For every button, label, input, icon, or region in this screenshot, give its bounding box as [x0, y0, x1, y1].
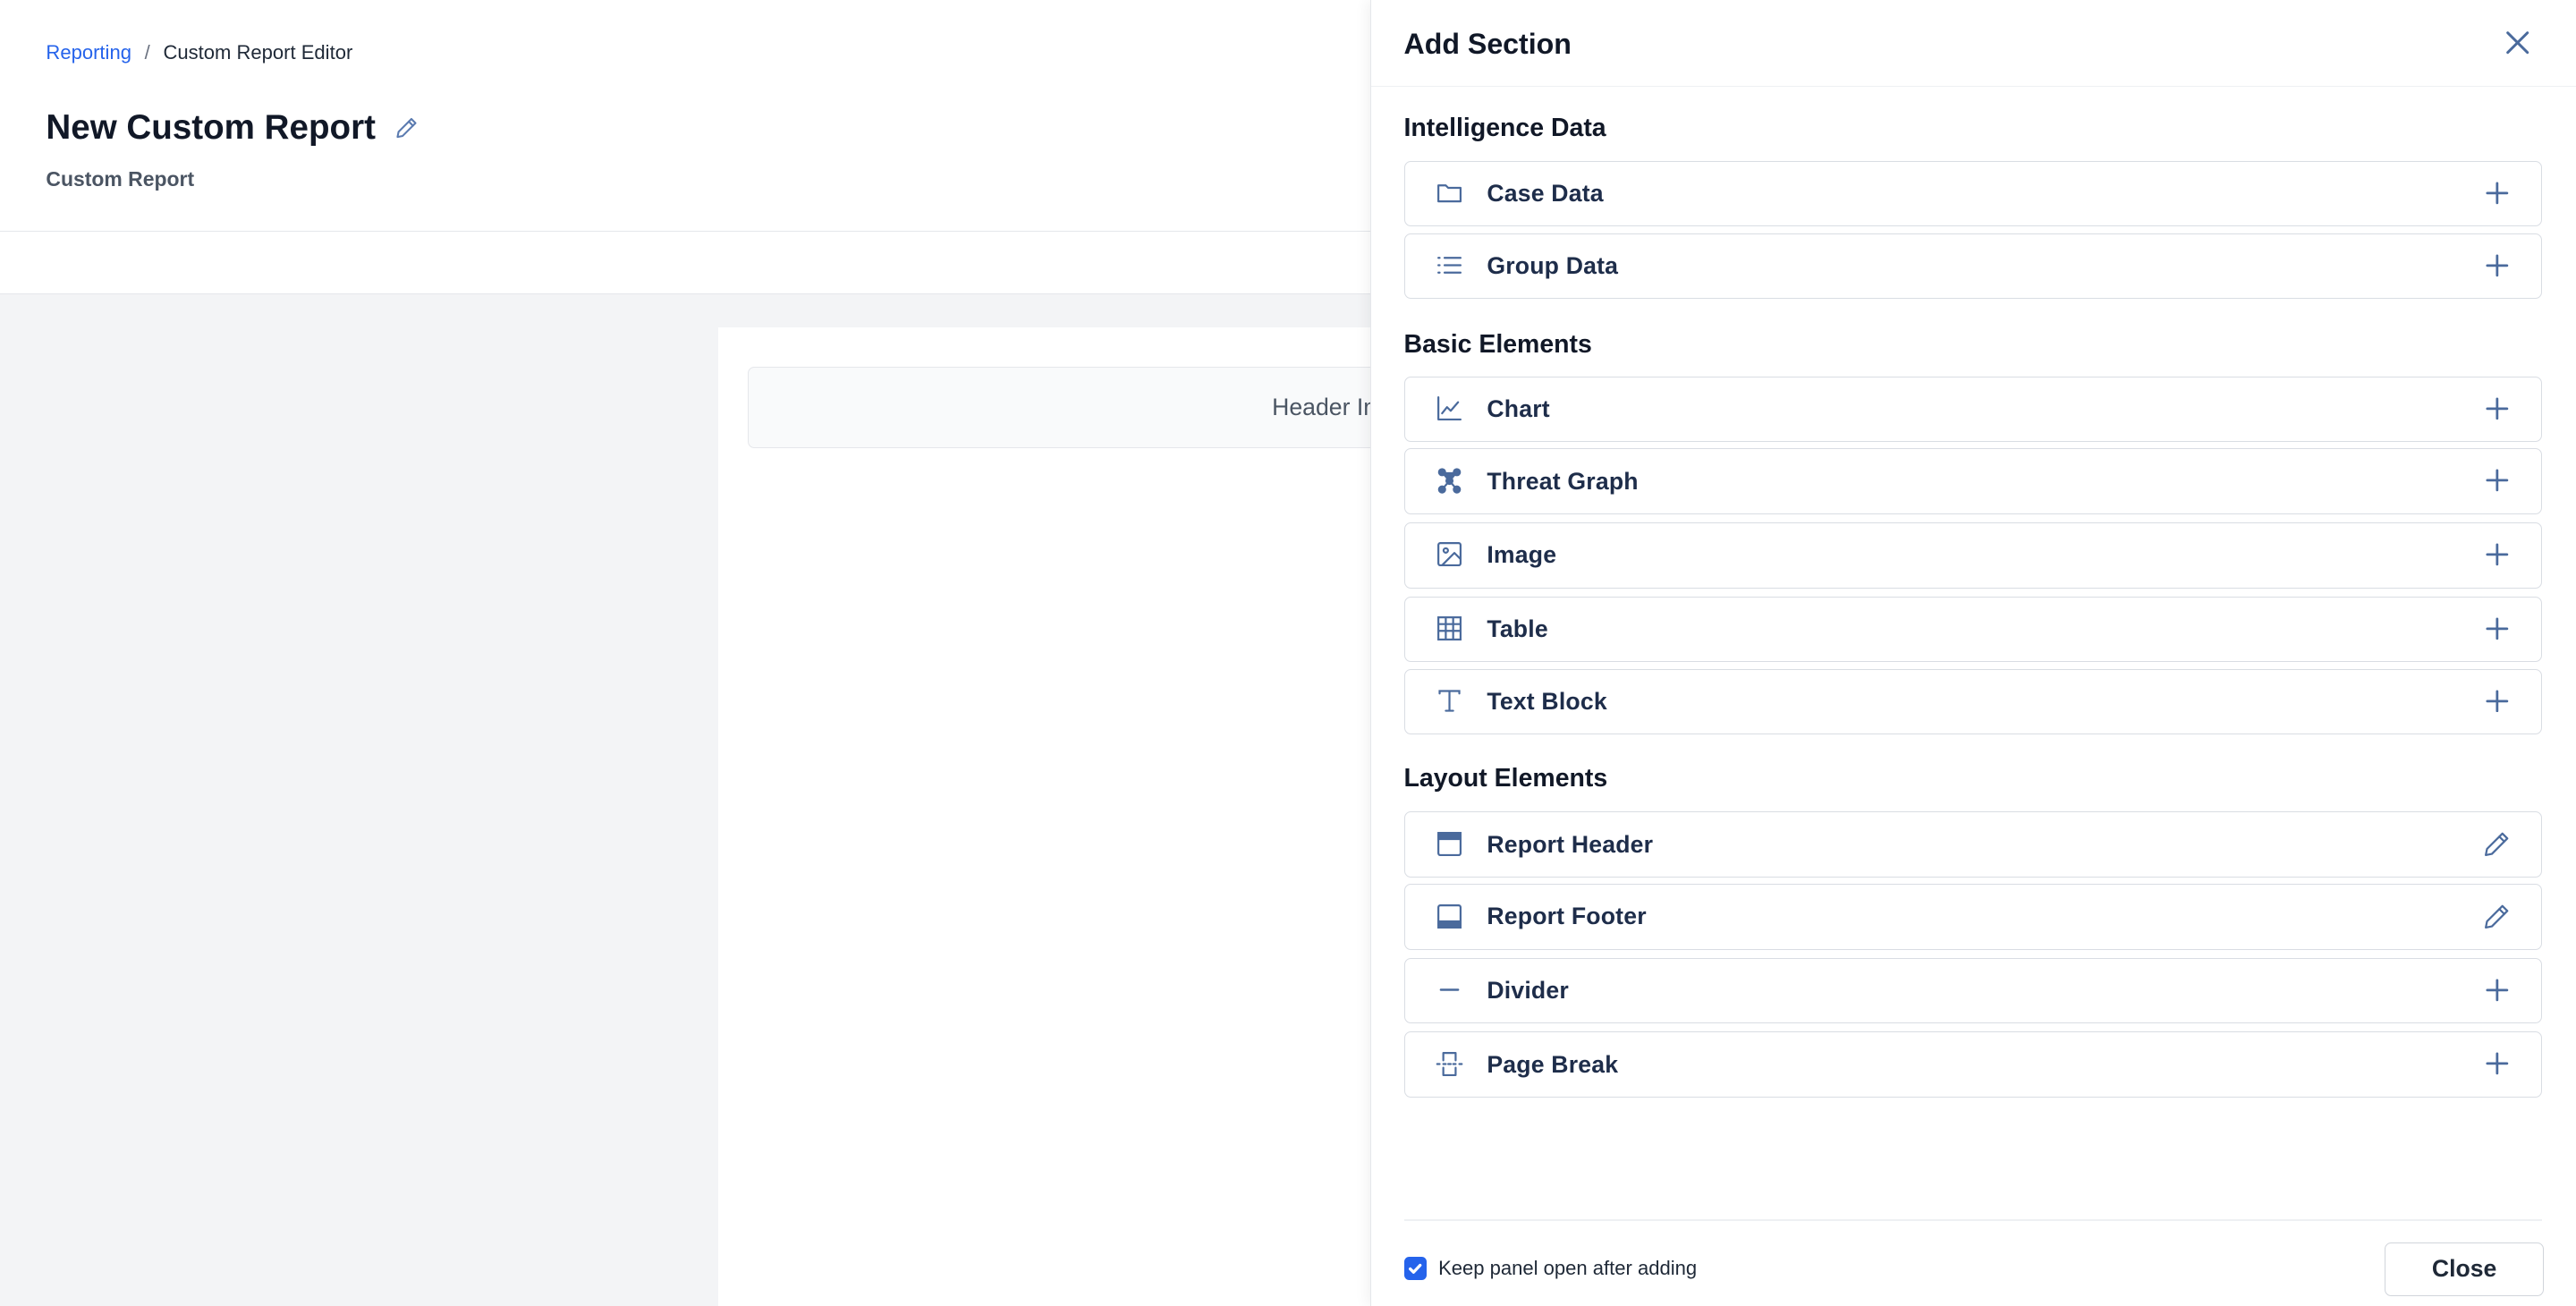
section-item-table[interactable]: Table	[1403, 596, 2543, 663]
keep-open-label: Keep panel open after adding	[1438, 1257, 1698, 1280]
section-item-label: Image	[1487, 541, 1557, 569]
pencil-icon[interactable]	[2482, 902, 2512, 931]
panel-footer-divider	[1403, 1218, 2543, 1221]
plus-icon[interactable]	[2482, 614, 2512, 643]
section-item-label: Group Data	[1487, 252, 1619, 279]
section-item-label: Table	[1487, 615, 1548, 642]
table-icon	[1435, 614, 1464, 643]
group-title-intelligence-data: Intelligence Data	[1403, 113, 1606, 142]
group-title-layout-elements: Layout Elements	[1403, 764, 1608, 793]
plus-icon[interactable]	[2482, 250, 2512, 280]
plus-icon[interactable]	[2482, 975, 2512, 1005]
keep-panel-open-option[interactable]: Keep panel open after adding	[1403, 1257, 1698, 1280]
page-title: New Custom Report	[46, 108, 376, 148]
plus-icon[interactable]	[2482, 466, 2512, 496]
section-item-case-data[interactable]: Case Data	[1403, 160, 2543, 227]
pencil-icon	[396, 118, 417, 139]
plus-icon[interactable]	[2482, 539, 2512, 569]
section-item-divider[interactable]: Divider	[1403, 957, 2543, 1024]
divider-icon	[1435, 975, 1464, 1005]
line-chart-icon	[1435, 394, 1464, 423]
plus-icon[interactable]	[2482, 178, 2512, 208]
plus-icon[interactable]	[2482, 1049, 2512, 1079]
section-item-image[interactable]: Image	[1403, 522, 2543, 589]
breadcrumb-reporting-link[interactable]: Reporting	[46, 41, 131, 64]
section-item-report-footer[interactable]: Report Footer	[1403, 884, 2543, 950]
section-item-label: Text Block	[1487, 687, 1607, 715]
checkmark-icon	[1409, 1263, 1422, 1274]
panel-header: Add Section	[1370, 0, 2576, 88]
text-icon	[1435, 686, 1464, 716]
list-icon	[1435, 250, 1464, 280]
footer-layout-icon	[1435, 902, 1464, 931]
group-title-basic-elements: Basic Elements	[1403, 330, 1592, 360]
section-item-label: Page Break	[1487, 1050, 1619, 1078]
edit-title-button[interactable]	[389, 110, 425, 146]
section-item-label: Threat Graph	[1487, 467, 1639, 495]
page-subtitle: Custom Report	[46, 167, 195, 191]
section-item-label: Divider	[1487, 976, 1569, 1004]
plus-icon[interactable]	[2482, 686, 2512, 716]
pencil-icon[interactable]	[2482, 829, 2512, 859]
folder-icon	[1435, 178, 1464, 208]
add-section-panel: Add Section Intelligence Data Case Data …	[1369, 0, 2576, 1306]
section-item-text-block[interactable]: Text Block	[1403, 668, 2543, 734]
breadcrumb: Reporting / Custom Report Editor	[46, 41, 352, 64]
close-button[interactable]: Close	[2385, 1242, 2545, 1297]
section-item-label: Report Footer	[1487, 903, 1647, 930]
header-layout-icon	[1435, 829, 1464, 859]
panel-title: Add Section	[1403, 28, 1572, 61]
section-item-group-data[interactable]: Group Data	[1403, 233, 2543, 300]
plus-icon[interactable]	[2482, 394, 2512, 423]
graph-network-icon	[1435, 466, 1464, 496]
section-item-page-break[interactable]: Page Break	[1403, 1031, 2543, 1098]
breadcrumb-separator: /	[144, 40, 150, 64]
page-title-row: New Custom Report	[46, 108, 425, 148]
breadcrumb-current: Custom Report Editor	[163, 40, 353, 64]
section-item-report-header[interactable]: Report Header	[1403, 811, 2543, 878]
section-item-label: Report Header	[1487, 830, 1654, 858]
section-item-threat-graph[interactable]: Threat Graph	[1403, 448, 2543, 514]
close-icon[interactable]	[2501, 26, 2534, 59]
section-item-label: Chart	[1487, 394, 1550, 422]
section-item-label: Case Data	[1487, 180, 1604, 208]
page-break-icon	[1435, 1049, 1464, 1079]
keep-open-checkbox[interactable]	[1403, 1257, 1428, 1280]
image-icon	[1435, 539, 1464, 569]
section-item-chart[interactable]: Chart	[1403, 376, 2543, 443]
